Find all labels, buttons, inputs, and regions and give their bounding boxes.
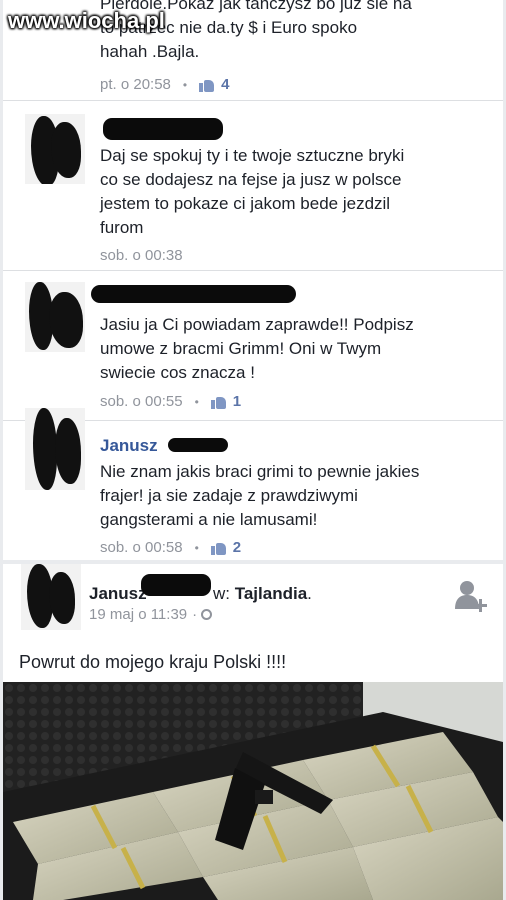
post-photo[interactable] — [3, 682, 503, 900]
like-icon — [210, 541, 227, 555]
post-with-prefix: w: — [213, 584, 230, 603]
avatar[interactable] — [25, 114, 85, 184]
like-count[interactable]: 2 — [233, 539, 241, 556]
watermark: www.wiocha.pl — [8, 8, 165, 33]
meta-separator: • — [194, 540, 199, 555]
avatar-redaction — [55, 418, 81, 484]
comment-meta: sob. o 00:55 • 1 — [100, 393, 241, 410]
comment-time[interactable]: sob. o 00:58 — [100, 539, 183, 556]
meta-separator: · — [192, 606, 198, 623]
post-place-suffix: . — [307, 584, 312, 603]
post-location: w: Tajlandia. — [213, 584, 312, 604]
post-time[interactable]: 19 maj o 11:39 — [89, 606, 187, 623]
post-author[interactable]: Janusz — [89, 584, 147, 604]
name-redaction — [91, 285, 296, 303]
post-panel: Janusz w: Tajlandia. 19 maj o 11:39 · Po… — [3, 564, 503, 900]
comment-text: Daj se spokuj ty i te twoje sztuczne bry… — [100, 146, 405, 237]
avatar-redaction — [49, 572, 75, 624]
avatar[interactable] — [21, 564, 81, 630]
avatar[interactable] — [25, 408, 85, 490]
like-count[interactable]: 4 — [221, 76, 229, 93]
comment-meta: pt. o 20:58 • 4 — [100, 76, 229, 93]
meta-separator: • — [182, 77, 188, 92]
comment-item: Jasiu ja Ci powiadam zaprawde!! Podpisz … — [3, 270, 503, 420]
comments-panel: Pierdole.Pokaz jak tanczysz bo juz sie n… — [3, 0, 503, 560]
name-redaction — [141, 574, 211, 596]
name-redaction — [103, 118, 223, 140]
post-photo-image — [3, 682, 503, 900]
like-count[interactable]: 1 — [233, 393, 241, 410]
comment-item: Janusz Nie znam jakis braci grimi to pew… — [3, 408, 503, 560]
like-icon — [199, 78, 215, 92]
name-redaction — [168, 438, 228, 452]
add-friend-icon[interactable] — [453, 579, 489, 613]
comment-time[interactable]: sob. o 00:55 — [100, 393, 183, 410]
meta-separator: • — [194, 394, 199, 409]
post-meta: 19 maj o 11:39 · — [89, 606, 213, 623]
comment-time[interactable]: sob. o 00:38 — [100, 247, 183, 264]
avatar-redaction — [33, 408, 57, 490]
comment-text: Jasiu ja Ci powiadam zaprawde!! Podpisz … — [100, 315, 414, 382]
comment-meta: sob. o 00:58 • 2 — [100, 539, 241, 556]
comment-meta: sob. o 00:38 — [100, 247, 183, 264]
post-place[interactable]: Tajlandia — [235, 584, 307, 603]
post-text: Powrut do mojego kraju Polski !!!! — [19, 652, 287, 672]
globe-icon — [201, 609, 213, 620]
comment-author[interactable]: Janusz — [100, 436, 158, 456]
like-icon — [210, 395, 227, 409]
avatar-redaction — [49, 292, 83, 348]
comment-time[interactable]: pt. o 20:58 — [100, 76, 171, 93]
comment-item: Daj se spokuj ty i te twoje sztuczne bry… — [3, 100, 503, 270]
comment-text: Nie znam jakis braci grimi to pewnie jak… — [100, 462, 420, 529]
avatar[interactable] — [25, 282, 85, 352]
